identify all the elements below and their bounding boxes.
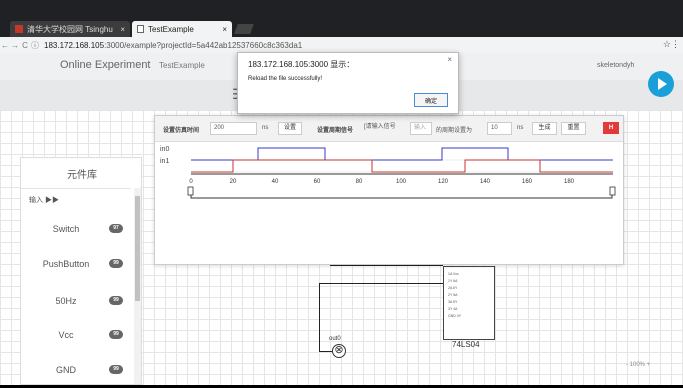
simulation-toolbar: 设置仿真时间 200 ns 设置 设置周期信号 [请输入信号 输入 的周期设置为… — [155, 116, 623, 142]
dialog-title: 183.172.168.105:3000 显示： — [248, 60, 355, 69]
close-icon[interactable]: × — [222, 25, 227, 34]
time-tick: 180 — [564, 179, 575, 185]
period-set-label: 的周期设置为 — [436, 128, 473, 134]
count-badge: 99 — [109, 259, 123, 268]
library-item-50hz[interactable]: 50Hz 99 — [21, 286, 131, 320]
time-tick: 120 — [438, 179, 449, 185]
wire — [319, 283, 320, 352]
count-badge: 97 — [109, 224, 123, 233]
divider — [21, 188, 131, 189]
wire — [319, 283, 443, 284]
chip-label: 74LS04 — [452, 340, 480, 349]
count-badge: 99 — [109, 330, 123, 339]
close-icon[interactable]: × — [120, 25, 125, 34]
period-label: 设置周期信号 — [317, 128, 354, 134]
time-tick: 40 — [272, 179, 279, 185]
sim-set-button[interactable]: 设置 — [278, 122, 302, 135]
chip-pin: 2Y 5A — [448, 293, 458, 297]
time-tick: 60 — [314, 179, 321, 185]
time-tick: 140 — [480, 179, 491, 185]
zoom-control[interactable]: - 100% + — [626, 362, 650, 368]
library-item-gnd[interactable]: GND 99 — [21, 355, 131, 384]
period-value-input[interactable]: 10 — [487, 122, 512, 135]
forward-icon[interactable]: → — [10, 41, 20, 50]
reset-button[interactable]: 重置 — [561, 122, 586, 135]
ok-button[interactable]: 确定 — [414, 93, 448, 107]
alert-dialog: 183.172.168.105:3000 显示： × Reload the fi… — [237, 52, 459, 114]
app-title[interactable]: Online Experiment — [60, 59, 151, 71]
count-badge: 99 — [109, 365, 123, 374]
simulation-panel: 设置仿真时间 200 ns 设置 设置周期信号 [请输入信号 输入 的周期设置为… — [154, 115, 624, 265]
time-tick: 80 — [356, 179, 363, 185]
library-title: 元件库 — [67, 170, 97, 181]
user-name[interactable]: skeletondyh — [597, 62, 634, 69]
period-input-field[interactable]: 输入 — [410, 122, 432, 135]
library-item-switch[interactable]: Switch 97 — [21, 214, 131, 248]
url-field[interactable]: 183.172.168.105:3000/example?projectId=5… — [44, 41, 302, 50]
range-bracket — [190, 195, 613, 199]
chip-pin: 2A 6Y — [448, 286, 458, 290]
period-signal-input[interactable]: [请输入信号 — [361, 122, 408, 135]
ic-chip-74ls04[interactable]: 1A Vcc 1Y 6A 2A 6Y 2Y 5A 3A 5Y 3Y 4A GND… — [443, 266, 495, 340]
output-label: out0 — [329, 336, 341, 342]
info-icon: ⓘ — [31, 40, 39, 50]
sim-time-input[interactable]: 200 — [210, 122, 257, 135]
red-action-button[interactable]: H — [603, 122, 619, 134]
time-tick: 100 — [396, 179, 407, 185]
chip-pin: 3A 5Y — [448, 300, 458, 304]
sim-time-label: 设置仿真时间 — [163, 128, 200, 134]
bookmark-star-icon[interactable]: ☆ — [663, 39, 671, 50]
waveform-view[interactable]: 0 20 40 60 80 100 120 140 160 180 — [155, 142, 623, 264]
tab-label: TestExample — [148, 24, 194, 34]
project-name: TestExample — [159, 61, 205, 70]
wire — [319, 351, 332, 352]
chip-pin: 1Y 6A — [448, 279, 458, 283]
library-item-label: Vcc — [58, 330, 74, 340]
url-path: :3000/example?projectId=5a442ab12537660c… — [104, 40, 303, 50]
sim-time-unit: ns — [262, 125, 269, 131]
time-tick: 160 — [522, 179, 533, 185]
tab-label: 清华大学校园网 Tsinghu — [27, 24, 113, 34]
time-tick: 20 — [230, 179, 237, 185]
period-unit: ns — [517, 125, 524, 131]
browser-menu-icon[interactable]: ⋮ — [671, 39, 680, 50]
chip-pin: GND 4Y — [448, 314, 462, 318]
count-badge: 99 — [109, 296, 123, 305]
library-item-label: Switch — [52, 224, 80, 234]
campus-favicon-icon — [15, 25, 23, 33]
range-handle-left — [187, 186, 194, 196]
output-lamp-icon[interactable]: ⊗ — [332, 344, 346, 358]
range-handle-right — [609, 186, 616, 196]
inputs-category-header[interactable]: 输入 ▶▶ — [29, 195, 59, 205]
chip-pin: 1A Vcc — [448, 272, 459, 276]
library-item-label: GND — [56, 365, 76, 375]
library-item-label: 50Hz — [55, 296, 77, 306]
chip-pin-labels: 1A Vcc 1Y 6A 2A 6Y 2Y 5A 3A 5Y 3Y 4A GND… — [448, 271, 492, 320]
chip-pin: 3Y 4A — [448, 307, 458, 311]
library-item-label: PushButton — [42, 259, 90, 269]
browser-tab-testexample[interactable]: TestExample × — [132, 21, 232, 37]
time-tick: 0 — [189, 179, 193, 185]
play-button[interactable] — [648, 71, 674, 97]
generate-button[interactable]: 生成 — [532, 122, 557, 135]
dialog-message: Reload the file successfully! — [248, 76, 323, 82]
back-icon[interactable]: ← — [0, 41, 10, 50]
component-library: 元件库 输入 ▶▶ Switch 97 PushButton 99 50Hz 9… — [20, 157, 142, 385]
browser-tab-campus[interactable]: 清华大学校园网 Tsinghu × — [10, 21, 130, 37]
wire — [330, 265, 443, 266]
close-icon[interactable]: × — [447, 55, 452, 64]
address-bar: ← → C ⓘ 183.172.168.105:3000/example?pro… — [0, 37, 683, 53]
waveform-in0 — [191, 147, 613, 161]
url-host: 183.172.168.105 — [44, 40, 105, 50]
library-item-pushbutton[interactable]: PushButton 99 — [21, 249, 131, 283]
waveform-in1 — [191, 159, 613, 173]
scrollbar-thumb[interactable] — [135, 196, 140, 301]
library-item-vcc[interactable]: Vcc 99 — [21, 320, 131, 354]
reload-icon[interactable]: C — [20, 41, 30, 50]
page-favicon-icon — [137, 25, 144, 33]
